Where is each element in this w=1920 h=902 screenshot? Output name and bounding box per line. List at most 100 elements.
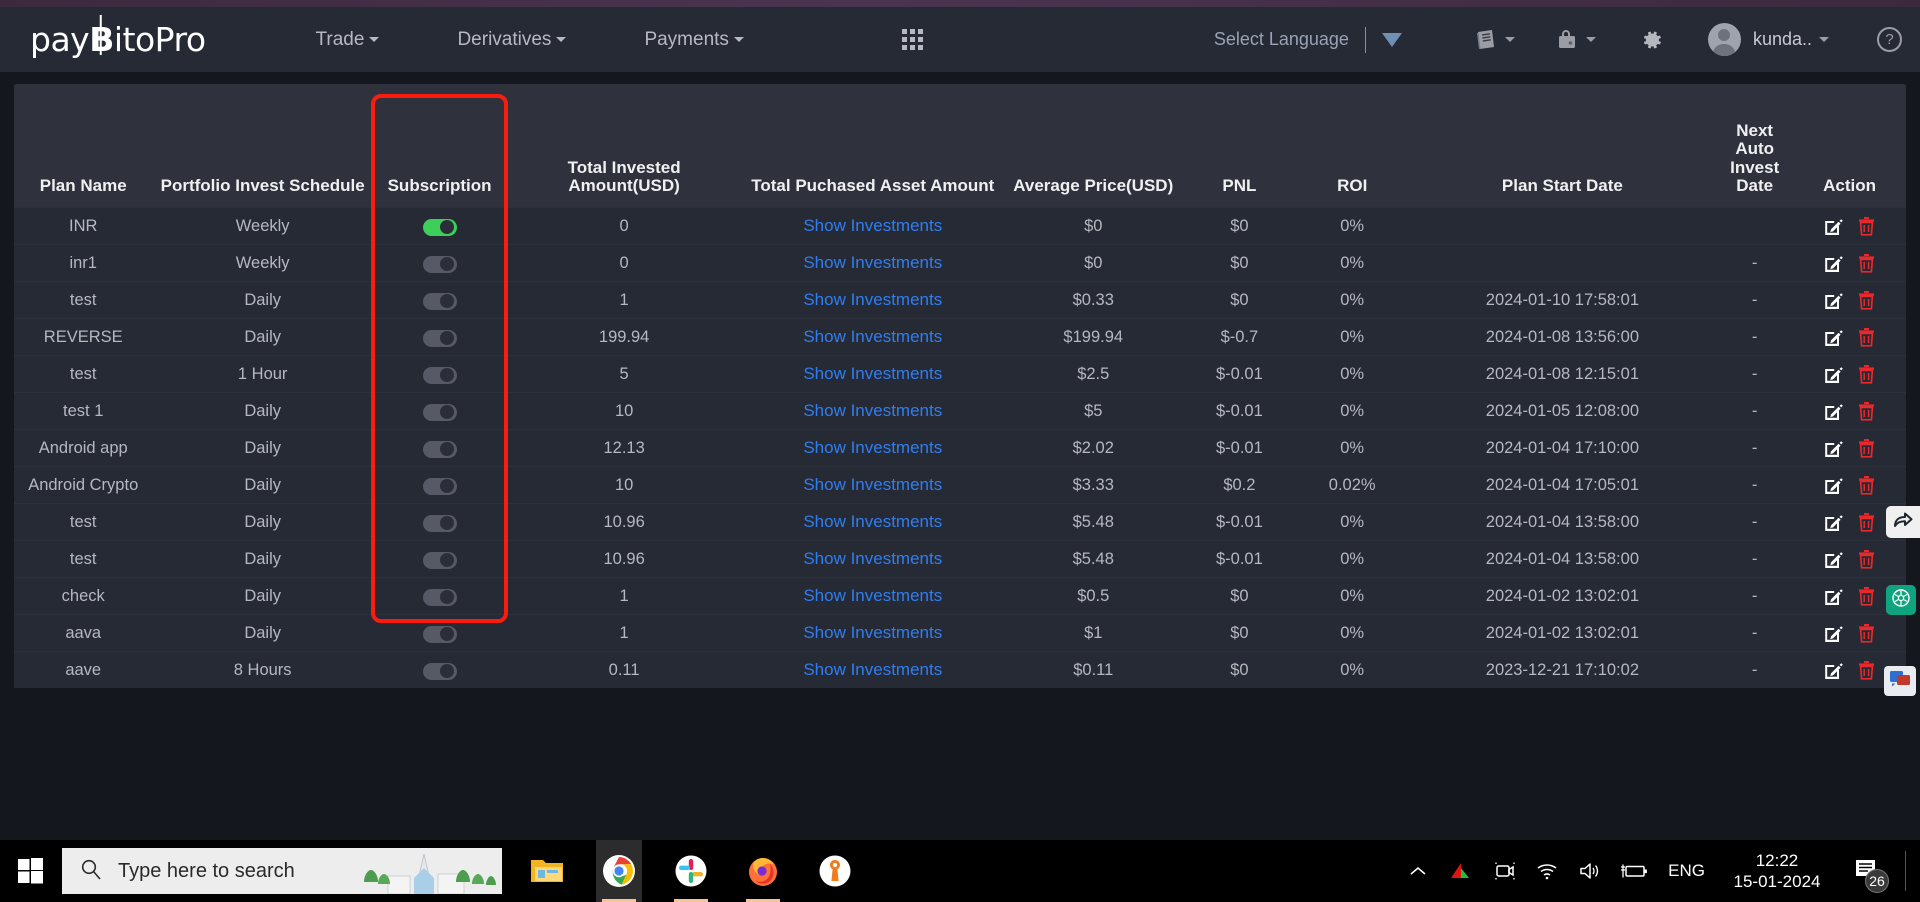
subscription-toggle[interactable] bbox=[422, 477, 457, 495]
search-icon bbox=[80, 858, 102, 885]
book-menu-button[interactable] bbox=[1474, 29, 1515, 51]
volume-icon[interactable] bbox=[1578, 861, 1600, 881]
subscription-toggle[interactable] bbox=[422, 440, 457, 458]
show-investments-link[interactable]: Show Investments bbox=[803, 327, 942, 346]
subscription-toggle[interactable] bbox=[422, 255, 457, 273]
trash-icon[interactable] bbox=[1857, 216, 1876, 237]
show-investments-link[interactable]: Show Investments bbox=[803, 475, 942, 494]
col-invest-schedule: Portfolio Invest Schedule bbox=[160, 176, 365, 196]
subscription-toggle[interactable] bbox=[422, 588, 457, 606]
trash-icon[interactable] bbox=[1857, 290, 1876, 311]
show-investments-link[interactable]: Show Investments bbox=[803, 586, 942, 605]
trash-icon[interactable] bbox=[1857, 364, 1876, 385]
edit-pencil-icon[interactable] bbox=[1823, 253, 1843, 273]
edit-pencil-icon[interactable] bbox=[1823, 216, 1843, 236]
show-investments-link[interactable]: Show Investments bbox=[803, 623, 942, 642]
show-investments-link[interactable]: Show Investments bbox=[803, 438, 942, 457]
windows-start-icon[interactable] bbox=[0, 858, 62, 884]
notification-button[interactable]: 26 bbox=[1853, 858, 1889, 893]
search-input[interactable]: Type here to search bbox=[62, 848, 502, 894]
cell-plan-start-date: 2023-12-21 17:10:02 bbox=[1408, 651, 1717, 689]
subscription-toggle[interactable] bbox=[422, 514, 457, 532]
edit-pencil-icon[interactable] bbox=[1823, 549, 1843, 569]
settings-button[interactable] bbox=[1640, 28, 1664, 52]
language-indicator[interactable]: ENG bbox=[1668, 860, 1705, 881]
chevron-down-icon bbox=[1504, 37, 1515, 42]
grid-apps-icon[interactable] bbox=[901, 29, 923, 50]
taskbar-app-google-chrome[interactable] bbox=[596, 840, 642, 902]
nav-item-payments[interactable]: Payments bbox=[644, 29, 744, 51]
show-desktop-button[interactable] bbox=[1905, 851, 1906, 891]
taskbar-app-file-explorer[interactable] bbox=[524, 840, 570, 902]
cell-subscription bbox=[372, 244, 507, 282]
trash-icon[interactable] bbox=[1857, 623, 1876, 644]
clock[interactable]: 12:22 15-01-2024 bbox=[1725, 850, 1829, 893]
show-hidden-icons-chevron[interactable] bbox=[1408, 864, 1428, 878]
nav-item-trade[interactable]: Trade bbox=[316, 29, 380, 51]
trash-icon[interactable] bbox=[1857, 549, 1876, 570]
show-investments-link[interactable]: Show Investments bbox=[803, 512, 942, 531]
show-investments-link[interactable]: Show Investments bbox=[803, 216, 942, 235]
edit-pencil-icon[interactable] bbox=[1823, 512, 1843, 532]
cell-roi: 0% bbox=[1295, 244, 1409, 282]
trash-icon[interactable] bbox=[1857, 253, 1876, 274]
wifi-icon[interactable] bbox=[1536, 862, 1558, 880]
cell-total-invested: 10.96 bbox=[506, 540, 743, 578]
user-menu-button[interactable]: kunda.. bbox=[1707, 23, 1829, 56]
subscription-toggle[interactable] bbox=[422, 625, 457, 643]
app-logo[interactable]: pay BitoPro bbox=[30, 20, 206, 59]
table-row: REVERSE Daily 199.94 Show Investments $199.9… bbox=[14, 318, 1906, 356]
show-investments-link[interactable]: Show Investments bbox=[803, 660, 942, 679]
trash-icon[interactable] bbox=[1857, 327, 1876, 348]
taskbar-app-bitwarden[interactable] bbox=[812, 840, 858, 902]
cell-average-price: $1 bbox=[1003, 614, 1183, 652]
taskbar-app-firefox[interactable] bbox=[740, 840, 786, 902]
wallet-menu-button[interactable] bbox=[1555, 28, 1596, 52]
subscription-toggle[interactable] bbox=[422, 292, 457, 310]
edit-pencil-icon[interactable] bbox=[1823, 475, 1843, 495]
trash-icon[interactable] bbox=[1857, 586, 1876, 607]
auto-invest-plans-card: Plan Name Portfolio Invest Schedule Subs… bbox=[14, 84, 1906, 689]
screen-record-icon[interactable] bbox=[1494, 861, 1516, 881]
subscription-toggle[interactable] bbox=[422, 218, 457, 236]
show-investments-link[interactable]: Show Investments bbox=[803, 364, 942, 383]
show-investments-link[interactable]: Show Investments bbox=[803, 401, 942, 420]
subscription-toggle[interactable] bbox=[422, 366, 457, 384]
edit-pencil-icon[interactable] bbox=[1823, 364, 1843, 384]
share-widget-button[interactable] bbox=[1886, 506, 1920, 538]
help-button[interactable]: ? bbox=[1877, 27, 1902, 52]
chat-widget-button[interactable] bbox=[1884, 666, 1916, 696]
show-investments-link[interactable]: Show Investments bbox=[803, 549, 942, 568]
trash-icon[interactable] bbox=[1857, 401, 1876, 422]
cell-average-price: $5 bbox=[1003, 392, 1183, 430]
trash-icon[interactable] bbox=[1857, 660, 1876, 681]
edit-pencil-icon[interactable] bbox=[1823, 623, 1843, 643]
avatar bbox=[1707, 23, 1741, 56]
nav-item-derivatives[interactable]: Derivatives bbox=[457, 29, 567, 51]
subscription-toggle[interactable] bbox=[422, 662, 457, 680]
show-investments-link[interactable]: Show Investments bbox=[803, 290, 942, 309]
subscription-toggle[interactable] bbox=[422, 403, 457, 421]
battery-charging-icon[interactable] bbox=[1620, 862, 1648, 880]
edit-pencil-icon[interactable] bbox=[1823, 660, 1843, 680]
triangle-down-icon[interactable] bbox=[1381, 32, 1402, 47]
chatgpt-widget-button[interactable] bbox=[1886, 585, 1916, 615]
edit-pencil-icon[interactable] bbox=[1823, 327, 1843, 347]
chevron-down-icon bbox=[369, 36, 380, 42]
subscription-toggle[interactable] bbox=[422, 329, 457, 347]
edit-pencil-icon[interactable] bbox=[1823, 401, 1843, 421]
edit-pencil-icon[interactable] bbox=[1823, 290, 1843, 310]
show-investments-link[interactable]: Show Investments bbox=[803, 253, 942, 272]
trash-icon[interactable] bbox=[1857, 475, 1876, 496]
cell-invest-schedule: Daily bbox=[152, 540, 373, 578]
trash-icon[interactable] bbox=[1857, 512, 1876, 533]
edit-pencil-icon[interactable] bbox=[1823, 438, 1843, 458]
trash-icon[interactable] bbox=[1857, 438, 1876, 459]
table-header: Plan Name Portfolio Invest Schedule Subs… bbox=[14, 112, 1906, 208]
vpn-icon[interactable] bbox=[1448, 861, 1474, 881]
taskbar-app-slack[interactable] bbox=[668, 840, 714, 902]
edit-pencil-icon[interactable] bbox=[1823, 586, 1843, 606]
cell-average-price: $3.33 bbox=[1003, 466, 1183, 504]
subscription-toggle[interactable] bbox=[422, 551, 457, 569]
cell-next-auto-invest-date: - bbox=[1716, 503, 1794, 541]
